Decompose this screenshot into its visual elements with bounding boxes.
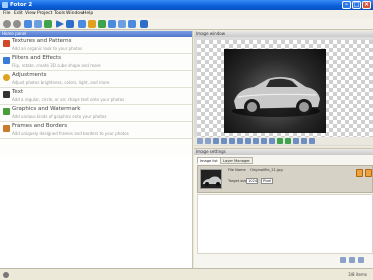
actual-size-icon[interactable] bbox=[205, 138, 211, 144]
image-settings-header: Image settings bbox=[194, 149, 373, 155]
menu-file[interactable]: File bbox=[3, 11, 11, 17]
export-icon[interactable] bbox=[44, 20, 52, 28]
layout-icon[interactable] bbox=[118, 20, 126, 28]
rotate-right-icon[interactable] bbox=[229, 138, 235, 144]
save-icon[interactable] bbox=[34, 20, 42, 28]
settings-icon[interactable] bbox=[128, 20, 136, 28]
category-title: Adjustments bbox=[12, 72, 47, 78]
undo-icon[interactable] bbox=[277, 138, 283, 144]
category-text[interactable]: Text Add a regular, circle, or arc shape… bbox=[0, 88, 192, 105]
car-photo bbox=[224, 49, 326, 133]
menu-bar: File Edit View Project Tools Window Help bbox=[0, 10, 373, 18]
open-icon[interactable] bbox=[24, 20, 32, 28]
text-icon bbox=[3, 91, 10, 98]
category-title: Text bbox=[12, 89, 24, 95]
forward-icon[interactable] bbox=[13, 20, 21, 28]
image-list-item[interactable]: File Name Originalfile_21.jpg Target siz… bbox=[197, 165, 373, 193]
category-frames[interactable]: Frames and Borders Add uniquely designed… bbox=[0, 122, 192, 139]
rotate-left-icon[interactable] bbox=[221, 138, 227, 144]
image-tools-bar bbox=[194, 137, 373, 145]
file-name-label: File Name bbox=[228, 168, 246, 172]
category-filters[interactable]: Filters and Effects Flip, rotate, create… bbox=[0, 54, 192, 71]
image-settings-panel: Image settings Image list Layer Manager … bbox=[194, 148, 373, 268]
target-width-field[interactable]: 1024 bbox=[246, 178, 258, 184]
help-icon[interactable] bbox=[140, 20, 148, 28]
category-textures[interactable]: Textures and Patterns Add an organic loo… bbox=[0, 37, 192, 54]
menu-tools[interactable]: Tools bbox=[54, 11, 65, 17]
minimize-button[interactable]: – bbox=[342, 1, 351, 9]
filters-icon bbox=[3, 57, 10, 64]
edit-image-button[interactable] bbox=[356, 169, 363, 177]
prev-image-icon[interactable] bbox=[293, 138, 299, 144]
car-illustration bbox=[232, 77, 320, 117]
textures-icon bbox=[3, 40, 10, 47]
zoom-in-icon[interactable] bbox=[253, 138, 259, 144]
menu-edit[interactable]: Edit bbox=[14, 11, 23, 17]
fullscreen-icon[interactable] bbox=[309, 138, 315, 144]
status-bar: 3/8 items bbox=[0, 268, 373, 280]
category-adjustments[interactable]: Adjustments Adjust photos brightness, co… bbox=[0, 71, 192, 88]
zoom-out-icon[interactable] bbox=[245, 138, 251, 144]
category-desc: Add an organic look to your photos bbox=[12, 46, 83, 51]
flip-icon[interactable] bbox=[237, 138, 243, 144]
category-title: Textures and Patterns bbox=[12, 38, 72, 44]
category-desc: Flip, rotate, create 3D cube shape and m… bbox=[12, 63, 101, 68]
image-list-area bbox=[197, 194, 373, 254]
hand-icon[interactable] bbox=[261, 138, 267, 144]
batch-icon[interactable] bbox=[78, 20, 86, 28]
play-icon[interactable] bbox=[56, 20, 64, 28]
menu-project[interactable]: Project bbox=[37, 11, 52, 17]
photo-icon[interactable] bbox=[108, 20, 116, 28]
list-delete-icon[interactable] bbox=[358, 257, 364, 263]
next-image-icon[interactable] bbox=[301, 138, 307, 144]
category-title: Filters and Effects bbox=[12, 55, 62, 61]
remove-image-button[interactable] bbox=[365, 169, 372, 177]
category-graphics[interactable]: Graphics and Watermark Add various kinds… bbox=[0, 105, 192, 122]
window-title: Fotor 2 bbox=[10, 2, 33, 8]
target-size-label: Target size bbox=[228, 179, 248, 183]
list-prev-icon[interactable] bbox=[340, 257, 346, 263]
maximize-button[interactable]: □ bbox=[352, 1, 361, 9]
close-button[interactable]: × bbox=[362, 1, 371, 9]
title-bar: Fotor 2 – □ × bbox=[0, 0, 373, 10]
category-desc: Add a regular, circle, or arc shape text… bbox=[12, 97, 125, 102]
tab-image-list[interactable]: Image list bbox=[197, 157, 221, 164]
image-canvas[interactable] bbox=[197, 40, 373, 138]
menu-view[interactable]: View bbox=[25, 11, 36, 17]
fit-icon[interactable] bbox=[197, 138, 203, 144]
image-thumbnail bbox=[200, 169, 222, 189]
thumbnail-car bbox=[201, 170, 221, 188]
category-desc: Add various kinds of graphics onto your … bbox=[12, 114, 107, 119]
category-desc: Adjust photos brightness, colors, light,… bbox=[12, 80, 110, 85]
compare-icon[interactable] bbox=[269, 138, 275, 144]
category-desc: Add uniquely designed frames and borders… bbox=[12, 131, 129, 136]
graphics-icon bbox=[3, 108, 10, 115]
category-title: Graphics and Watermark bbox=[12, 106, 81, 112]
list-next-icon[interactable] bbox=[349, 257, 355, 263]
menu-window[interactable]: Window bbox=[66, 11, 84, 17]
menu-help[interactable]: Help bbox=[83, 11, 93, 17]
unit-select[interactable]: Pixel bbox=[261, 178, 273, 184]
adjustments-icon bbox=[3, 74, 10, 81]
folder-icon[interactable] bbox=[88, 20, 96, 28]
stop-icon[interactable] bbox=[66, 20, 74, 28]
tab-layer-manager[interactable]: Layer Manager bbox=[220, 157, 253, 164]
crop-icon[interactable] bbox=[213, 138, 219, 144]
home-panel: Home panel Textures and Patterns Add an … bbox=[0, 31, 193, 268]
file-name-value: Originalfile_21.jpg bbox=[250, 168, 283, 172]
image-window-header: Image window bbox=[194, 31, 373, 37]
add-icon[interactable] bbox=[98, 20, 106, 28]
image-window: Image window bbox=[194, 31, 373, 146]
app-icon bbox=[2, 2, 8, 8]
category-title: Frames and Borders bbox=[12, 123, 68, 129]
home-panel-empty-area bbox=[0, 157, 192, 268]
status-text: 3/8 items bbox=[348, 272, 367, 277]
main-toolbar bbox=[0, 18, 373, 30]
frames-icon bbox=[3, 125, 10, 132]
redo-icon[interactable] bbox=[285, 138, 291, 144]
status-gear-icon[interactable] bbox=[3, 272, 9, 278]
back-icon[interactable] bbox=[3, 20, 11, 28]
